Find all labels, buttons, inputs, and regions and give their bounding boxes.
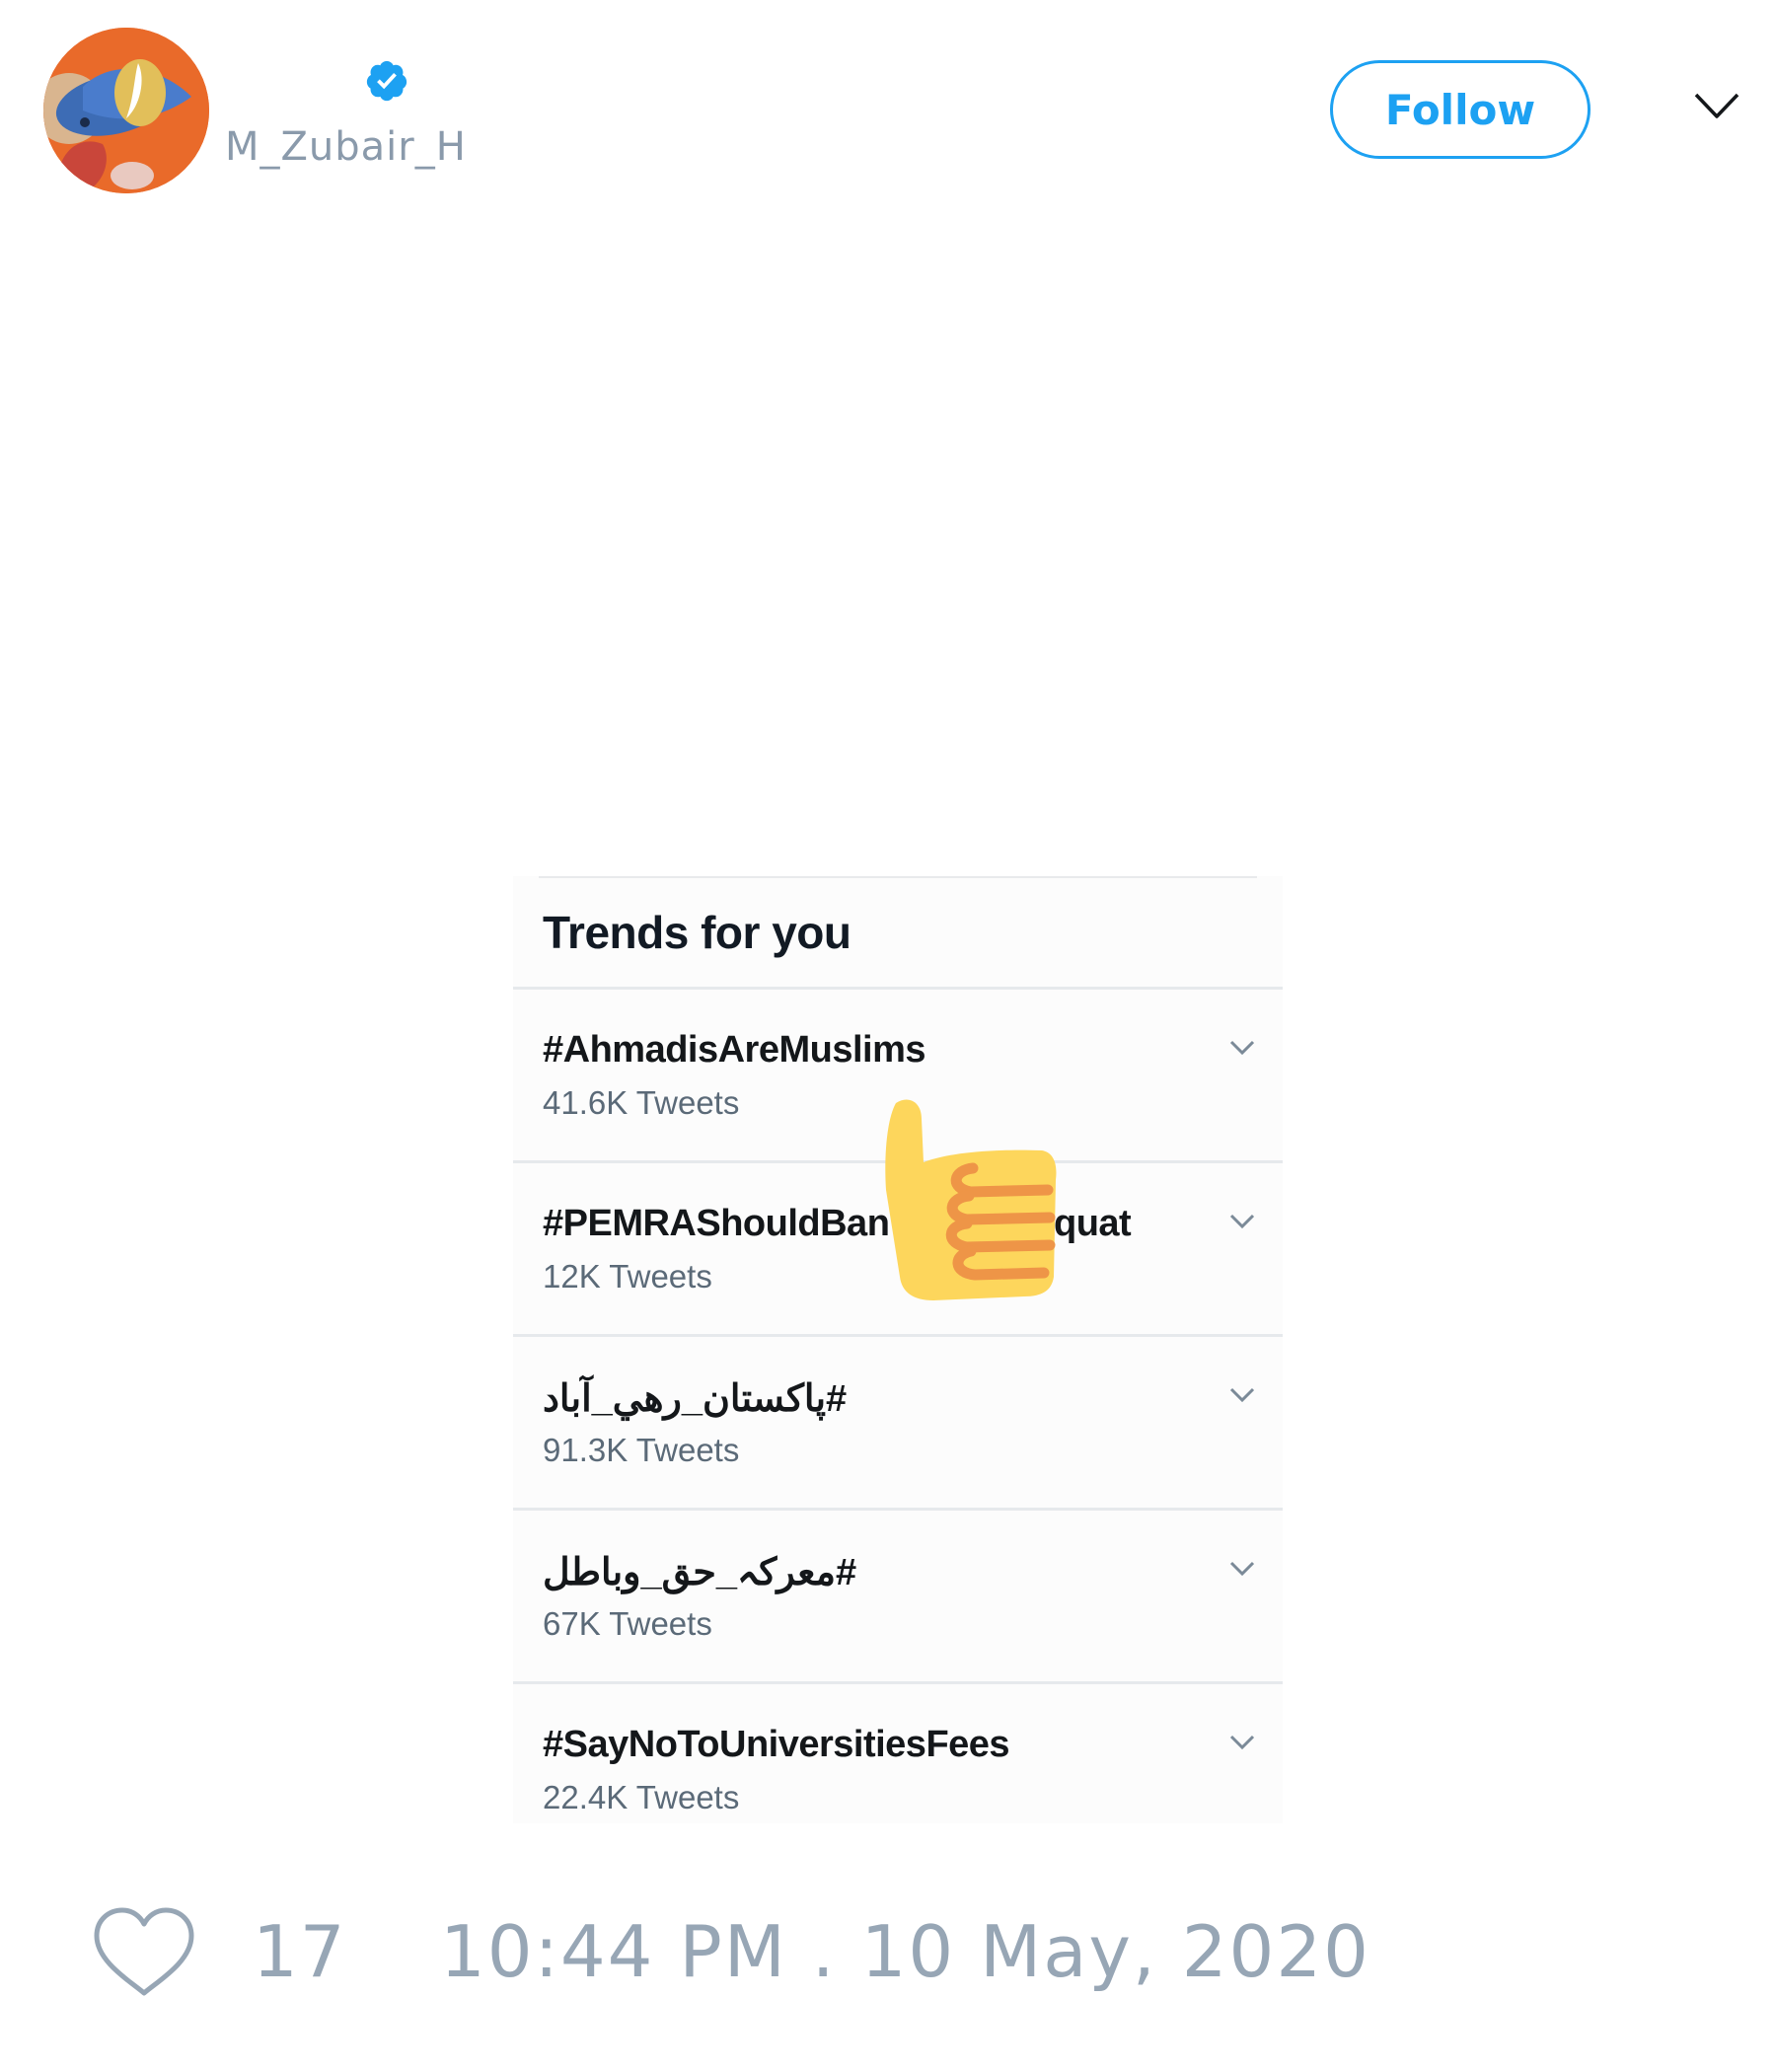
chevron-down-icon — [1229, 1561, 1255, 1577]
trend-count: 22.4K Tweets — [543, 1779, 740, 1815]
trend-count: 12K Tweets — [543, 1258, 712, 1295]
trend-count: 41.6K Tweets — [543, 1084, 740, 1121]
chevron-down-icon — [1229, 1387, 1255, 1403]
trend-item: #SayNoToUniversitiesFees 22.4K Tweets — [513, 1681, 1283, 1823]
trend-item: #معرکہ_حق_وباطل 67K Tweets — [513, 1508, 1283, 1681]
divider — [539, 876, 1257, 878]
thumbs-up-emoji — [885, 1099, 1057, 1300]
timestamp[interactable]: 10:44 PM . 10 May, 2020 — [440, 1910, 1370, 1993]
username[interactable]: M_Zubair_H — [225, 124, 467, 170]
follow-button[interactable]: Follow — [1330, 60, 1591, 159]
trend-name: #پاکستان_رھي_آباد — [543, 1378, 848, 1420]
chevron-down-icon — [1229, 1214, 1255, 1229]
chevron-down-icon[interactable] — [1693, 91, 1740, 120]
trends-screenshot: Trends for you #AhmadisAreMuslims 41.6K … — [513, 876, 1283, 1823]
trend-count: 67K Tweets — [543, 1605, 712, 1642]
trends-title: Trends for you — [543, 907, 851, 958]
heart-icon[interactable] — [91, 1906, 197, 1999]
trend-name: #PEMRAShouldBan — [543, 1203, 890, 1244]
trend-count: 91.3K Tweets — [543, 1432, 740, 1468]
like-count: 17 — [253, 1910, 347, 1993]
chevron-down-icon — [1229, 1040, 1255, 1056]
avatar[interactable] — [43, 28, 209, 193]
verified-badge-icon — [366, 60, 407, 102]
trend-name: #SayNoToUniversitiesFees — [543, 1724, 1010, 1765]
trend-name: #معرکہ_حق_وباطل — [543, 1552, 857, 1593]
trend-item: #پاکستان_رھي_آباد 91.3K Tweets — [513, 1334, 1283, 1508]
trend-name: #AhmadisAreMuslims — [543, 1029, 926, 1071]
trend-name-tail: quat — [1054, 1203, 1132, 1244]
avatar-image — [43, 28, 209, 193]
chevron-down-icon — [1229, 1735, 1255, 1750]
